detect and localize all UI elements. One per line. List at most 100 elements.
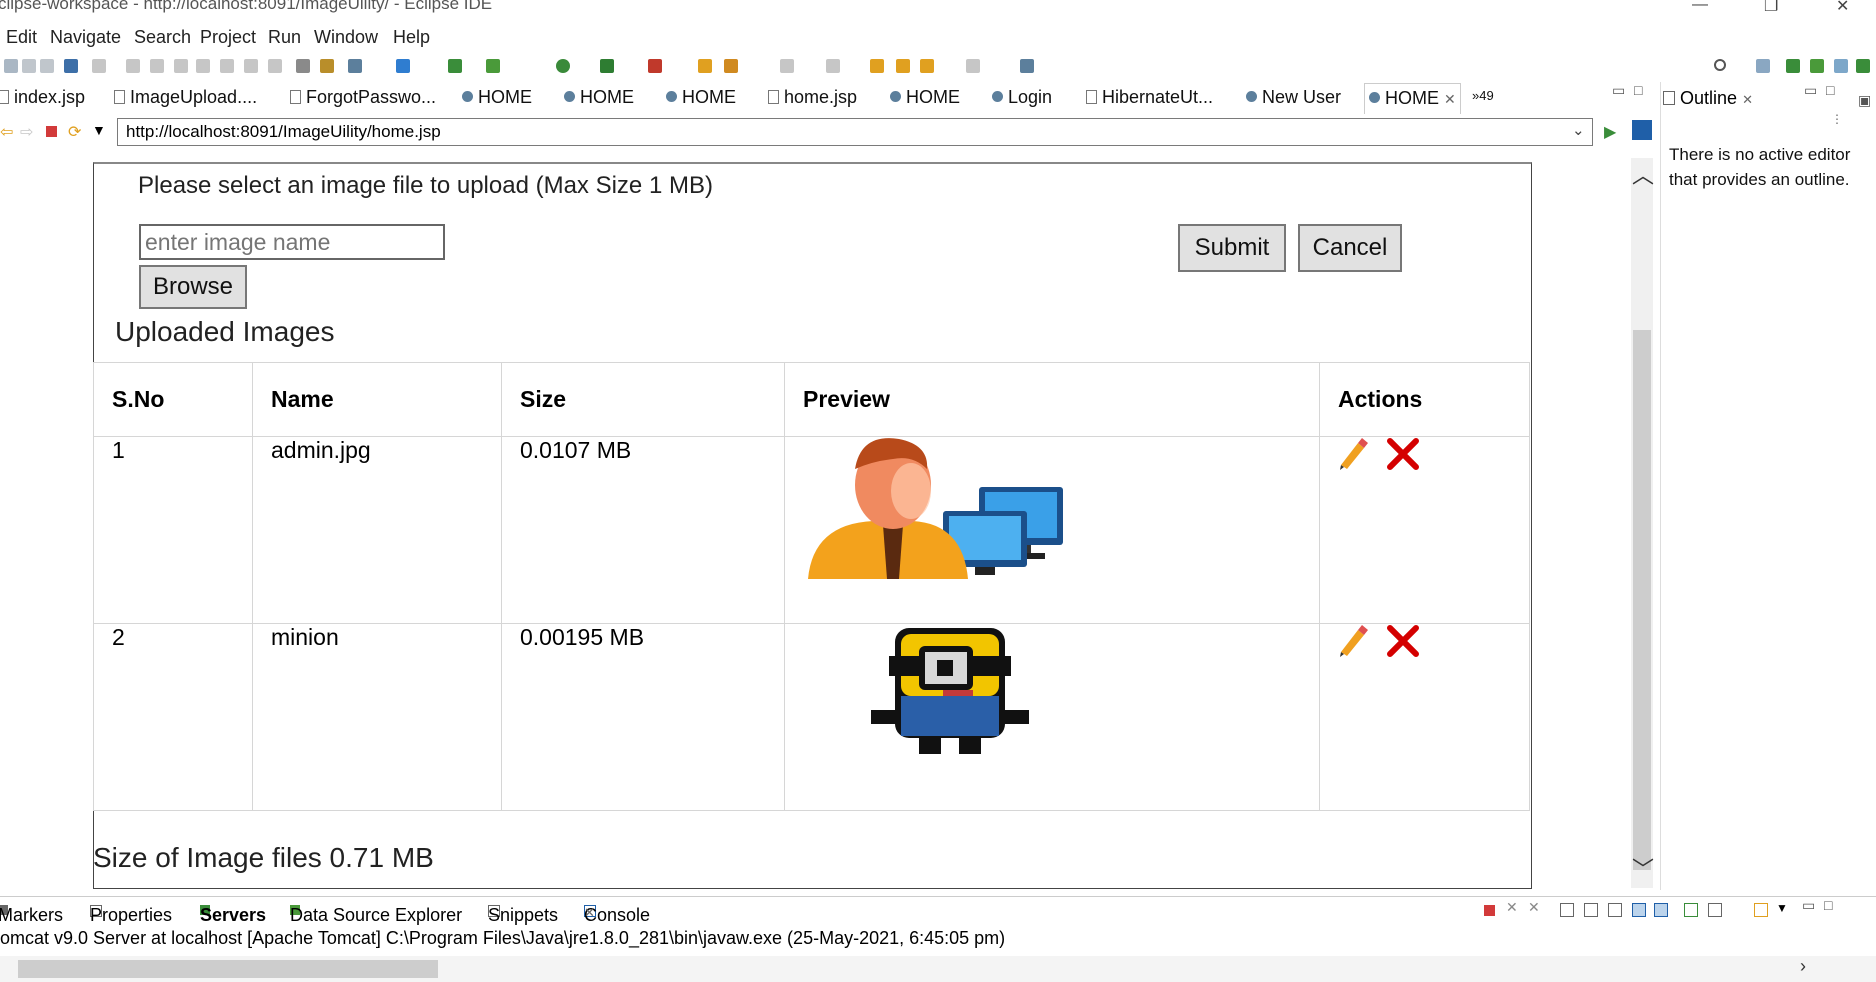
side-panel-icon[interactable]: ▣	[1858, 92, 1871, 109]
scroll-down-icon[interactable]: ﹀	[1632, 852, 1654, 884]
save-all-icon[interactable]	[40, 59, 54, 73]
terminate-console-icon[interactable]	[1484, 905, 1495, 916]
suspend-icon[interactable]	[150, 59, 164, 73]
new-icon[interactable]	[4, 59, 18, 73]
submit-button[interactable]: Submit	[1178, 224, 1286, 272]
minimize-outline-icon[interactable]: ▭	[1804, 82, 1817, 99]
show-stderr-icon[interactable]	[1654, 903, 1668, 917]
tab-home-active[interactable]: HOME ✕	[1364, 83, 1461, 114]
restore-icon[interactable]: ❐	[1764, 0, 1778, 16]
scroll-right-icon[interactable]: ›	[1800, 956, 1806, 977]
close-outline-icon[interactable]: ✕	[1742, 92, 1753, 107]
open-folder-icon[interactable]	[698, 59, 712, 73]
history-back-icon[interactable]	[920, 59, 934, 73]
web-perspective-icon[interactable]	[1834, 59, 1848, 73]
close-tab-icon[interactable]: ✕	[1444, 91, 1456, 107]
tab-home-1[interactable]: HOME	[462, 87, 532, 108]
remove-launch-icon[interactable]: ✕	[1506, 899, 1518, 916]
pin-console-icon[interactable]	[1684, 903, 1698, 917]
save-icon[interactable]	[22, 59, 36, 73]
annotation-icon[interactable]	[780, 59, 794, 73]
browse-button[interactable]: Browse	[139, 265, 247, 309]
horizontal-scroll-thumb[interactable]	[18, 960, 438, 978]
tab-home-jsp[interactable]: home.jsp	[768, 87, 857, 108]
url-input[interactable]: http://localhost:8091/ImageUility/home.j…	[117, 118, 1593, 146]
external-tools-icon[interactable]	[648, 59, 662, 73]
forward-icon[interactable]	[896, 59, 910, 73]
minimize-icon[interactable]: —	[1692, 0, 1708, 14]
outline-menu-icon[interactable]: ⋮	[1831, 112, 1843, 126]
open-external-icon[interactable]	[1632, 120, 1652, 140]
close-console-icon[interactable]: ✕	[584, 905, 595, 921]
pin-icon[interactable]	[826, 59, 840, 73]
maximize-editor-icon[interactable]: □	[1634, 82, 1642, 98]
terminate-icon[interactable]	[174, 59, 188, 73]
menu-window[interactable]: Window	[314, 27, 378, 48]
new-window-icon[interactable]	[1020, 59, 1034, 73]
globe-icon[interactable]	[396, 59, 410, 73]
delete-icon[interactable]	[1386, 624, 1420, 658]
close-icon[interactable]: ✕	[1836, 0, 1849, 16]
run-config-icon[interactable]	[600, 59, 614, 73]
tab-login[interactable]: Login	[992, 87, 1052, 108]
tools-icon[interactable]	[320, 59, 334, 73]
menu-help[interactable]: Help	[393, 27, 430, 48]
edit-pencil-icon[interactable]	[1338, 624, 1368, 658]
url-dropdown-icon[interactable]: ⌄	[1572, 121, 1585, 139]
back-arrow-icon[interactable]: ⇦	[0, 122, 13, 142]
resume-icon[interactable]	[126, 59, 140, 73]
edit-pencil-icon[interactable]	[1338, 437, 1368, 471]
run-icon[interactable]	[556, 59, 570, 73]
terminal-icon[interactable]	[64, 59, 78, 73]
tab-new-user[interactable]: New User	[1246, 87, 1341, 108]
git-perspective-icon[interactable]	[1856, 59, 1870, 73]
menu-edit[interactable]: Edit	[6, 27, 37, 48]
tab-home-2[interactable]: HOME	[564, 87, 634, 108]
maximize-outline-icon[interactable]: □	[1826, 82, 1834, 98]
minimize-panel-icon[interactable]: ▭	[1802, 897, 1815, 914]
go-icon[interactable]: ▶	[1604, 122, 1616, 142]
stop-icon[interactable]	[46, 126, 57, 137]
menu-run[interactable]: Run	[268, 27, 301, 48]
tab-hibernateutil[interactable]: HibernateUt...	[1086, 87, 1213, 108]
open-perspective-icon[interactable]	[1756, 59, 1770, 73]
format-icon[interactable]	[296, 59, 310, 73]
scroll-up-icon[interactable]: ︿	[1632, 158, 1654, 190]
gear-icon[interactable]	[348, 59, 362, 73]
menu-search[interactable]: Search	[134, 27, 191, 48]
search-icon[interactable]	[1714, 59, 1726, 71]
step-over-icon[interactable]	[244, 59, 258, 73]
word-wrap-icon[interactable]	[1608, 903, 1622, 917]
scroll-thumb[interactable]	[1633, 330, 1651, 870]
debug-perspective-icon[interactable]	[1810, 59, 1824, 73]
tab-home-4[interactable]: HOME	[890, 87, 960, 108]
scroll-lock-icon[interactable]	[1584, 903, 1598, 917]
disconnect-icon[interactable]	[196, 59, 210, 73]
nav-dropdown-icon[interactable]: ▼	[92, 122, 106, 138]
open-console-icon[interactable]	[1754, 903, 1768, 917]
display-console-icon[interactable]	[1708, 903, 1722, 917]
delete-icon[interactable]	[1386, 437, 1420, 471]
console-menu-icon[interactable]: ▼	[1776, 901, 1788, 915]
outline-tab[interactable]: Outline ✕	[1663, 88, 1753, 109]
menu-project[interactable]: Project	[200, 27, 256, 48]
tab-index-jsp[interactable]: index.jsp	[0, 87, 85, 108]
step-into-icon[interactable]	[220, 59, 234, 73]
refresh-icon[interactable]: ⟳	[68, 122, 81, 142]
skip-icon[interactable]	[92, 59, 106, 73]
clear-console-icon[interactable]	[1560, 903, 1574, 917]
tab-imageupload[interactable]: ImageUpload....	[114, 87, 257, 108]
new-server-icon[interactable]	[448, 59, 462, 73]
minimize-editor-icon[interactable]: ▭	[1612, 82, 1625, 99]
jee-perspective-icon[interactable]	[1786, 59, 1800, 73]
cancel-button[interactable]: Cancel	[1298, 224, 1402, 272]
debug-icon[interactable]	[486, 59, 500, 73]
tab-overflow[interactable]: »49	[1472, 88, 1494, 103]
history-forward-icon[interactable]	[966, 59, 980, 73]
remove-all-icon[interactable]: ✕	[1528, 899, 1540, 916]
tab-forgotpassword[interactable]: ForgotPasswo...	[290, 87, 436, 108]
step-return-icon[interactable]	[268, 59, 282, 73]
image-name-input[interactable]	[139, 224, 445, 260]
forward-arrow-icon[interactable]: ⇨	[20, 122, 33, 142]
tab-home-3[interactable]: HOME	[666, 87, 736, 108]
